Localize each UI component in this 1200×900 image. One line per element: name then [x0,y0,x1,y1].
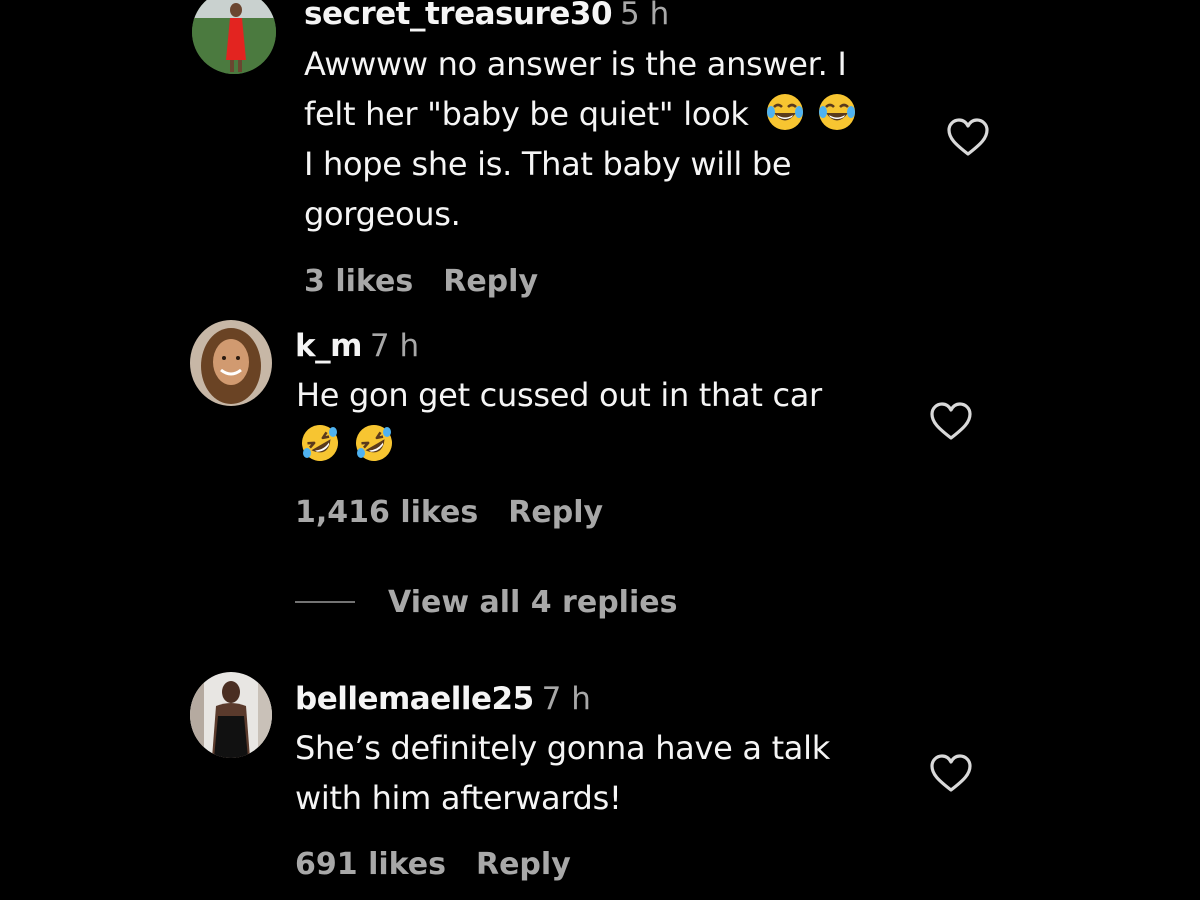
username[interactable]: bellemaelle25 [295,681,534,717]
rolling-on-the-floor-laughing-icon [354,423,394,463]
face-with-tears-of-joy-icon [817,92,857,132]
comment-line: with him afterwards! [295,779,622,817]
username[interactable]: k_m [295,328,362,364]
face-with-tears-of-joy-icon [765,92,805,132]
timestamp: 5 h [620,0,670,32]
comment-line-with-emoji: felt her "baby be quiet" look [304,89,857,139]
avatar[interactable] [190,320,272,406]
avatar[interactable] [192,0,276,74]
likes-count[interactable]: 1,416 likes [295,495,478,530]
comment-line: Awwww no answer is the answer. I [304,45,847,83]
timestamp: 7 h [541,681,591,717]
rolling-on-the-floor-laughing-icon [300,423,340,463]
comment-text: She’s definitely gonna have a talk with … [295,723,830,823]
replies-divider-line [295,601,355,603]
comment-line: She’s definitely gonna have a talk [295,729,830,767]
like-heart-icon[interactable] [928,752,974,794]
avatar-image [192,0,276,74]
comment-header: secret_treasure30 5 h [304,0,669,34]
avatar-image [190,672,272,758]
reply-button[interactable]: Reply [476,847,571,882]
comment-line: felt her "baby be quiet" look [304,95,749,133]
timestamp: 7 h [369,328,420,364]
emoji-line [296,420,822,470]
comment-line: I hope she is. That baby will be [304,145,792,183]
like-heart-icon[interactable] [928,400,974,442]
comment-actions: 3 likes Reply [304,262,538,302]
reply-button[interactable]: Reply [508,495,603,530]
avatar[interactable] [190,672,272,758]
comment-text: Awwww no answer is the answer. I felt he… [304,39,857,239]
comment-line: gorgeous. [304,195,461,233]
avatar-image [190,320,272,406]
like-heart-icon[interactable] [945,116,991,158]
username[interactable]: secret_treasure30 [304,0,613,32]
comment-line: He gon get cussed out in that car [296,376,822,414]
comment-text: He gon get cussed out in that car [296,370,822,470]
comment-actions: 691 likes Reply [295,845,571,885]
reply-button[interactable]: Reply [443,264,538,299]
comment-header: bellemaelle25 7 h [295,679,591,719]
comment-header: k_m 7 h [295,326,419,366]
likes-count[interactable]: 3 likes [304,264,413,299]
view-all-replies-button[interactable]: View all 4 replies [388,583,677,623]
comment-actions: 1,416 likes Reply [295,493,603,533]
likes-count[interactable]: 691 likes [295,847,446,882]
